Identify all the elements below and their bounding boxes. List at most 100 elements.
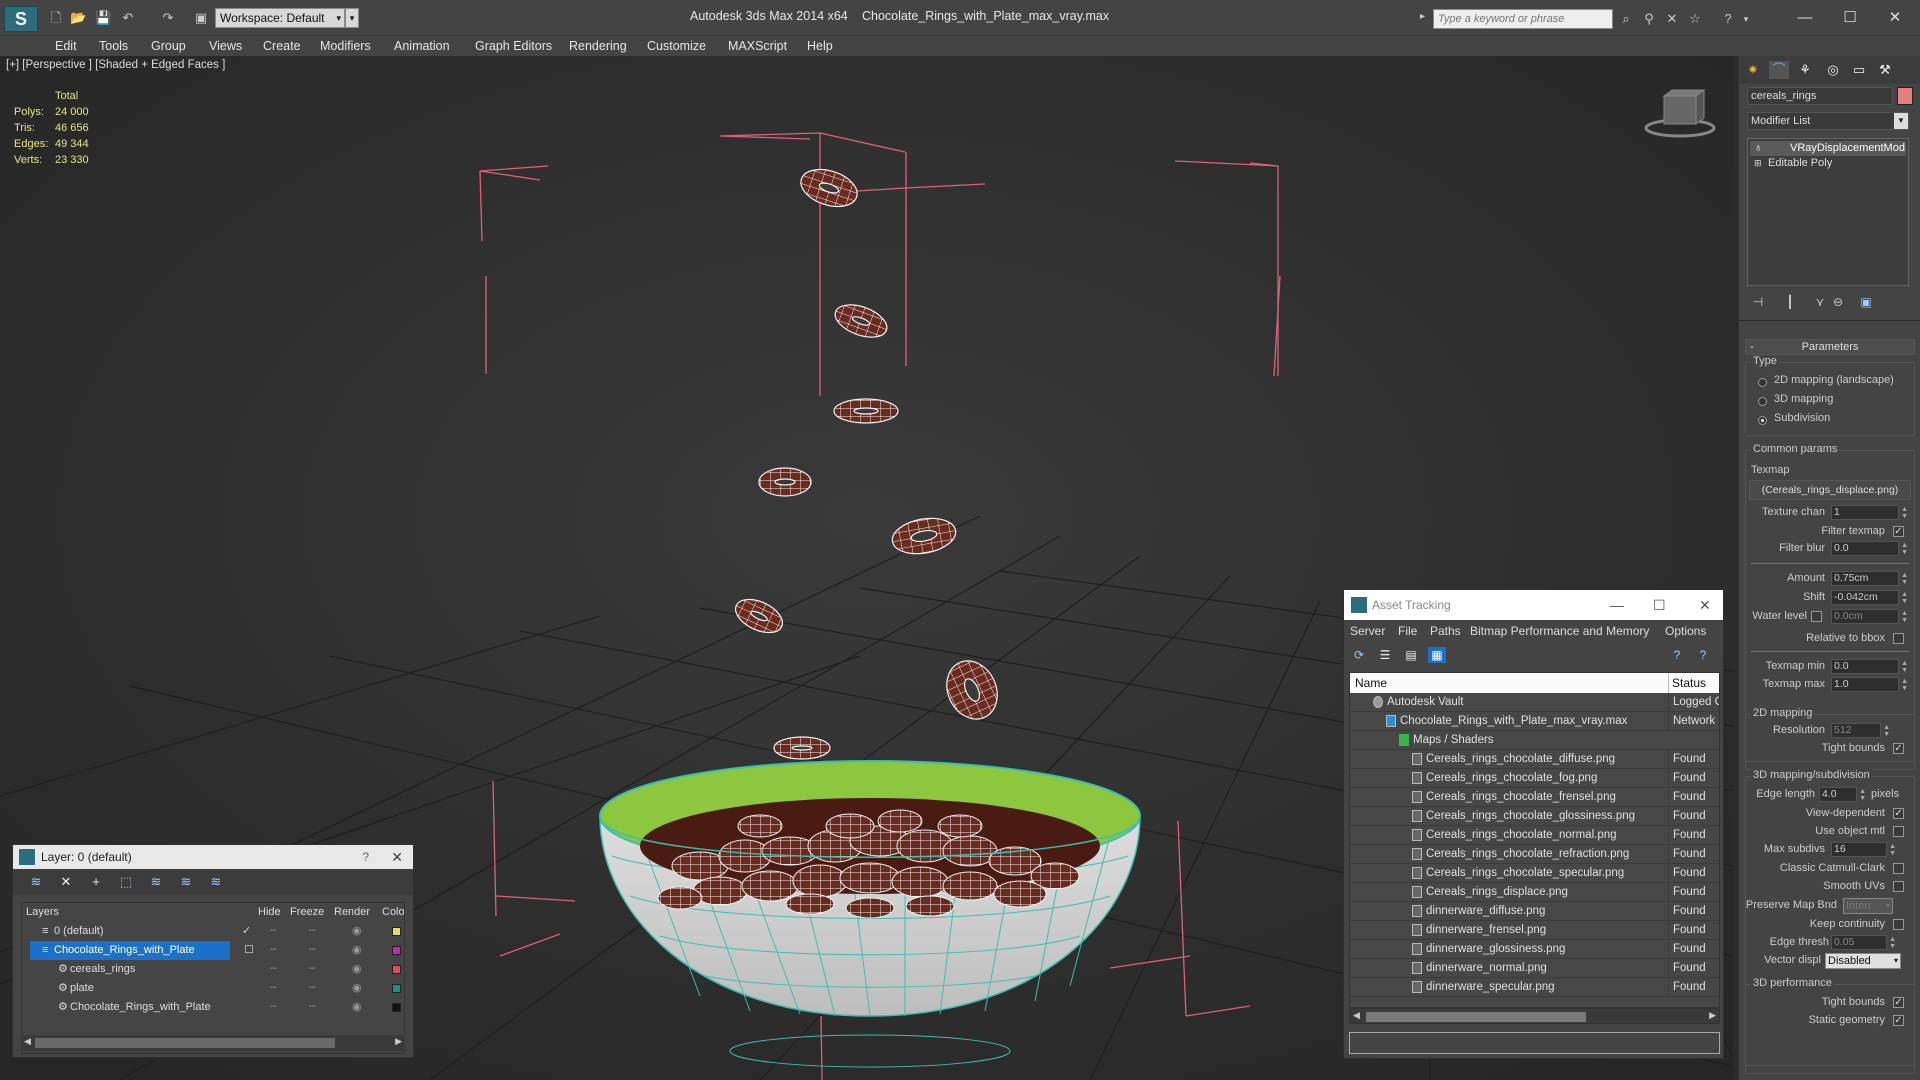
menu-create[interactable]: Create (263, 36, 301, 56)
modifier-list-dropdown[interactable]: Modifier List ▼ (1747, 112, 1909, 130)
close-button[interactable]: ✕ (1875, 6, 1915, 30)
hierarchy-tab-icon[interactable]: ⚘ (1795, 61, 1815, 79)
col-color[interactable]: Colo (382, 903, 404, 921)
static-geometry-checkbox[interactable]: ✓ (1893, 1015, 1904, 1026)
scroll-thumb[interactable] (1366, 1012, 1586, 1022)
set-active-box-icon[interactable]: ☐ (244, 941, 254, 960)
asset-row[interactable]: Cereals_rings_chocolate_diffuse.png Found (1350, 750, 1719, 769)
layer-color-swatch[interactable] (392, 946, 401, 955)
layer-panel-titlebar[interactable]: Layer: 0 (default) ? ✕ (13, 845, 413, 869)
preserve-map-dropdown[interactable]: Interr ▾ (1843, 898, 1893, 914)
redo-icon[interactable]: ↷ (160, 10, 176, 26)
help-dropdown-icon[interactable]: ▾ (1738, 11, 1754, 27)
menu-animation[interactable]: Animation (394, 36, 450, 56)
asset-menu-paths[interactable]: Paths (1430, 620, 1461, 642)
vector-displ-dropdown[interactable]: Disabled ▾ (1825, 953, 1901, 969)
layer-color-swatch[interactable] (392, 965, 401, 974)
asset-horizontal-scrollbar[interactable]: ◀ ▶ (1349, 1008, 1720, 1024)
edge-thresh-spinner[interactable]: 0.05 ▲ ▼ (1831, 935, 1896, 950)
radio-2d-mapping[interactable] (1758, 378, 1767, 387)
texture-chan-spinner[interactable]: 1 ▲ ▼ (1831, 505, 1908, 520)
asset-menu-options[interactable]: Options (1665, 620, 1706, 642)
catmull-clark-checkbox[interactable] (1893, 863, 1904, 874)
viewport-label[interactable]: [+] [Perspective ] [Shaded + Edged Faces… (6, 59, 225, 71)
open-folder-icon[interactable]: 📂 (70, 10, 86, 26)
active-layer-check-icon[interactable]: ✓ (242, 922, 251, 941)
tight-bounds-perf-checkbox[interactable]: ✓ (1893, 997, 1904, 1008)
texmap-button[interactable]: (Cereals_rings_displace.png) (1749, 480, 1911, 500)
stack-item-vray-displacement[interactable]: ♁ VRayDisplacementMod (1750, 141, 1906, 156)
layer-color-swatch[interactable] (392, 1003, 401, 1012)
asset-menu-bitmap[interactable]: Bitmap Performance and Memory (1470, 620, 1649, 642)
favorites-star-icon[interactable]: ☆ (1687, 11, 1703, 27)
layer-color-swatch[interactable] (392, 984, 401, 993)
asset-row[interactable]: dinnerware_normal.png Found (1350, 959, 1719, 978)
filter-texmap-checkbox[interactable]: ✓ (1893, 526, 1904, 537)
asset-row[interactable]: Cereals_rings_displace.png Found (1350, 883, 1719, 902)
asset-close-button[interactable]: ✕ (1699, 590, 1711, 620)
project-folder-icon[interactable]: ▣ (193, 10, 209, 26)
scroll-left-icon[interactable]: ◀ (1353, 1010, 1360, 1021)
scroll-left-icon[interactable]: ◀ (24, 1036, 31, 1047)
asset-row[interactable]: dinnerware_specular.png Found (1350, 978, 1719, 997)
menu-rendering[interactable]: Rendering (569, 36, 627, 56)
menu-views[interactable]: Views (209, 36, 242, 56)
layer-help-button[interactable]: ? (362, 845, 369, 869)
texmap-max-spinner[interactable]: 1.0 ▲ ▼ (1831, 677, 1908, 692)
asset-row[interactable]: dinnerware_diffuse.png Found (1350, 902, 1719, 921)
asset-row[interactable]: dinnerware_glossiness.png Found (1350, 940, 1719, 959)
shift-spinner[interactable]: -0.042cm ▲ ▼ (1831, 590, 1908, 605)
asset-menu-server[interactable]: Server (1350, 620, 1385, 642)
asset-row[interactable]: Cereals_rings_chocolate_glossiness.png Fo… (1350, 807, 1719, 826)
menu-group[interactable]: Group (151, 36, 186, 56)
detail-view-icon[interactable]: ▤ (1402, 647, 1420, 663)
scroll-right-icon[interactable]: ▶ (1709, 1010, 1716, 1021)
asset-maximize-button[interactable]: ☐ (1653, 590, 1666, 620)
select-objects-icon[interactable]: ⬚ (117, 874, 135, 890)
workspace-dropdown[interactable]: Workspace: Default ▾ (215, 8, 345, 28)
object-color-swatch[interactable] (1897, 87, 1913, 105)
col-hide[interactable]: Hide (258, 903, 281, 921)
layer-horizontal-scrollbar[interactable]: ◀ ▶ (21, 1035, 405, 1051)
menu-graph-editors[interactable]: Graph Editors (475, 36, 552, 56)
asset-row[interactable]: Maps / Shaders (1350, 731, 1719, 750)
layer-row-default[interactable]: ≡ 0 (default) ✓ ┄ ┄ ◉ (22, 922, 406, 941)
display-tab-icon[interactable]: ▭ (1849, 61, 1869, 79)
col-name[interactable]: Name (1355, 673, 1387, 693)
menu-tools[interactable]: Tools (99, 36, 128, 56)
remove-modifier-icon[interactable]: ⊖ (1829, 294, 1847, 310)
hide-all-layers-icon[interactable]: ≋ (177, 874, 195, 890)
search-expand-icon[interactable]: ▸ (1420, 11, 1425, 22)
asset-row[interactable]: dinnerware_frensel.png Found (1350, 921, 1719, 940)
use-object-mtl-checkbox[interactable] (1893, 826, 1904, 837)
search-input[interactable] (1433, 9, 1613, 29)
parameters-rollout-header[interactable]: - Parameters (1745, 339, 1915, 355)
radio-3d-mapping[interactable] (1758, 397, 1767, 406)
asset-menu-file[interactable]: File (1398, 620, 1417, 642)
binoculars-icon[interactable]: ⌕ (1618, 11, 1634, 27)
resolution-spinner[interactable]: 512 ▲ ▼ (1831, 723, 1890, 738)
layer-row-cereals-rings[interactable]: ⚙ cereals_rings ┄ ┄ ◉ (22, 960, 406, 979)
pin-stack-icon[interactable]: ⊣ (1749, 294, 1767, 310)
menu-modifiers[interactable]: Modifiers (320, 36, 371, 56)
quick-access-customize-button[interactable]: ▾ (345, 8, 359, 28)
texmap-min-spinner[interactable]: 0.0 ▲ ▼ (1831, 659, 1908, 674)
menu-customize[interactable]: Customize (647, 36, 706, 56)
stack-item-editable-poly[interactable]: ⊞ Editable Poly (1750, 156, 1906, 171)
amount-spinner[interactable]: 0.75cm ▲ ▼ (1831, 571, 1908, 586)
asset-row[interactable]: Cereals_rings_chocolate_normal.png Found (1350, 826, 1719, 845)
water-level-checkbox[interactable] (1811, 611, 1822, 622)
object-name-field[interactable]: cereals_rings (1747, 87, 1893, 105)
create-tab-icon[interactable]: ✷ (1743, 61, 1763, 79)
max-subdivs-spinner[interactable]: 16 ▲ ▼ (1831, 842, 1896, 857)
col-render[interactable]: Render (334, 903, 370, 921)
undo-icon[interactable]: ↶ (120, 10, 136, 26)
radio-subdivision[interactable] (1758, 416, 1767, 425)
tight-bounds-checkbox[interactable]: ✓ (1893, 743, 1904, 754)
motion-tab-icon[interactable]: ◎ (1823, 61, 1843, 79)
add-layer-icon[interactable]: + (87, 874, 105, 890)
water-level-spinner[interactable]: 0.0cm ▲ ▼ (1831, 609, 1908, 624)
modify-tab-icon[interactable]: ⌒ (1769, 61, 1789, 79)
refresh-icon[interactable]: ⟳ (1350, 647, 1368, 663)
menu-maxscript[interactable]: MAXScript (728, 36, 787, 56)
